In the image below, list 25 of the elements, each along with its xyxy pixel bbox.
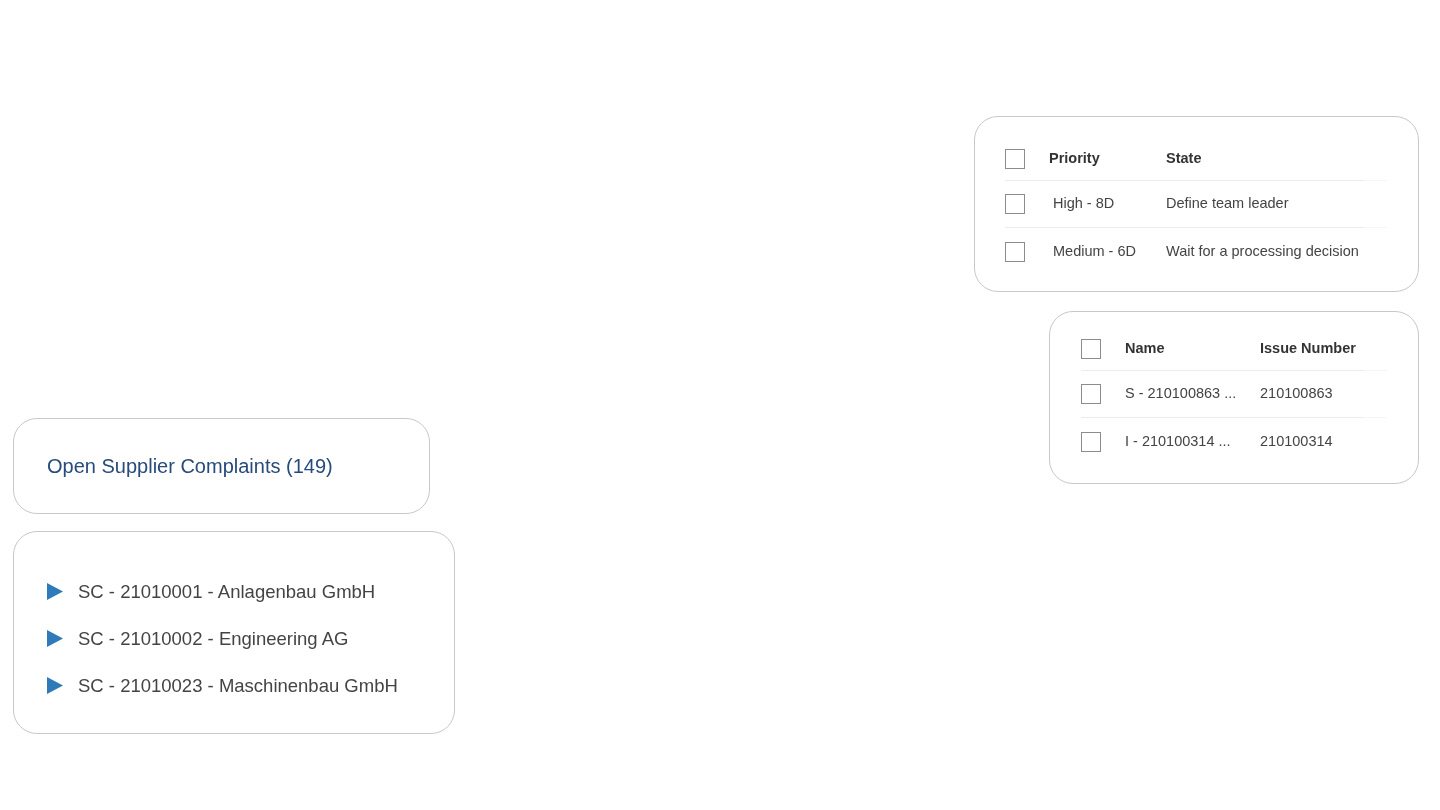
- list-item-label[interactable]: SC - 21010023 - Maschinenbau GmbH: [78, 671, 398, 700]
- column-header[interactable]: State: [1166, 147, 1365, 170]
- table-cell-text: High - 8D: [1052, 194, 1116, 214]
- table-cell-text: 210100314: [1260, 431, 1334, 451]
- list-item-label[interactable]: SC - 21010001 - Anlagenbau GmbH: [78, 577, 376, 606]
- table-cell-text: Define team leader: [1166, 194, 1290, 214]
- table-cell-text: S - 210100863 ...: [1125, 384, 1238, 404]
- checkbox[interactable]: [1005, 241, 1025, 262]
- checkbox[interactable]: [1081, 338, 1101, 359]
- list-item-label[interactable]: SC - 21010002 - Engineering AG: [78, 624, 349, 653]
- column-header[interactable]: Issue Number: [1260, 337, 1364, 360]
- column-header[interactable]: Priority: [1049, 147, 1166, 170]
- caret-right-icon[interactable]: [47, 677, 63, 694]
- checkbox[interactable]: [1081, 384, 1101, 404]
- table-cell-text: Wait for a processing decision: [1166, 241, 1360, 261]
- table-cell-text: I - 210100314 ...: [1125, 431, 1232, 451]
- checkbox[interactable]: [1081, 431, 1101, 452]
- table-cell-text: 210100863: [1260, 384, 1334, 404]
- caret-right-icon[interactable]: [47, 630, 63, 647]
- column-header[interactable]: Name: [1125, 337, 1260, 360]
- table-cell-text: Medium - 6D: [1052, 241, 1137, 261]
- caret-right-icon[interactable]: [47, 583, 63, 600]
- checkbox[interactable]: [1005, 148, 1025, 169]
- checkbox[interactable]: [1005, 194, 1025, 214]
- summary-tile[interactable]: Open Supplier Complaints (149): [13, 418, 430, 514]
